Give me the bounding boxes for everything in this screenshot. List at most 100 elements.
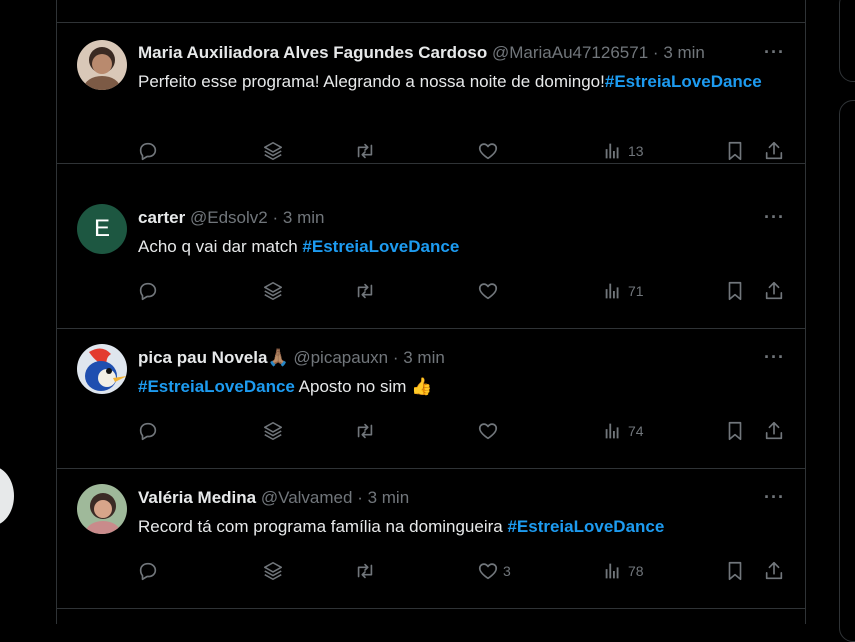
grok-button[interactable]: [262, 140, 284, 162]
layers-icon: [263, 421, 283, 441]
heart-icon: [478, 563, 498, 580]
tweet-text: #EstreiaLoveDance Aposto no sim 👍: [138, 374, 765, 399]
bookmark-icon: [728, 421, 742, 441]
views-button[interactable]: 13: [602, 140, 644, 162]
reply-button[interactable]: [137, 140, 159, 162]
user-handle[interactable]: @MariaAu47126571: [492, 43, 648, 62]
more-options-icon[interactable]: ···: [764, 487, 785, 508]
tweet[interactable]: Maria Auxiliadora Alves Fagundes Cardoso…: [57, 23, 805, 164]
retweet-button[interactable]: [354, 140, 376, 162]
reply-button[interactable]: [137, 420, 159, 442]
more-options-icon[interactable]: ···: [764, 347, 785, 368]
tweet-text: Perfeito esse programa! Alegrando a noss…: [138, 69, 765, 94]
retweet-button[interactable]: [354, 280, 376, 302]
views-button[interactable]: 78: [602, 560, 644, 582]
hashtag-link[interactable]: #EstreiaLoveDance: [138, 377, 295, 396]
views-button[interactable]: 71: [602, 280, 644, 302]
tweet-text: Acho q vai dar match #EstreiaLoveDance: [138, 234, 765, 259]
timestamp[interactable]: 3 min: [283, 208, 325, 227]
grok-button[interactable]: [262, 420, 284, 442]
like-count: 3: [503, 563, 511, 579]
avatar[interactable]: [77, 40, 127, 90]
tweet[interactable]: E carter @Edsolv2 · 3 min ··· Acho q vai…: [57, 188, 805, 329]
separator: ·: [392, 348, 399, 367]
avatar[interactable]: [77, 484, 127, 534]
user-handle[interactable]: @Edsolv2: [190, 208, 268, 227]
user-handle[interactable]: @Valvamed: [261, 488, 353, 507]
hashtag-link[interactable]: #EstreiaLoveDance: [605, 72, 762, 91]
separator: ·: [357, 488, 363, 507]
reply-icon: [139, 142, 157, 161]
separator: ·: [272, 208, 279, 227]
timestamp[interactable]: 3 min: [368, 488, 410, 507]
views-chart-icon: [605, 143, 619, 159]
reply-icon: [139, 282, 157, 301]
user-handle[interactable]: @picapauxn: [293, 348, 388, 367]
retweet-button[interactable]: [354, 420, 376, 442]
bookmark-icon: [728, 281, 742, 301]
grok-button[interactable]: [262, 560, 284, 582]
more-options-icon[interactable]: ···: [764, 207, 785, 228]
bookmark-button[interactable]: [724, 420, 746, 442]
more-options-icon[interactable]: ···: [764, 42, 785, 63]
retweet-icon: [357, 143, 373, 159]
partial-floating-button[interactable]: [0, 466, 14, 526]
view-count: 71: [628, 283, 644, 299]
views-chart-icon: [605, 563, 619, 579]
tweet[interactable]: Valéria Medina @Valvamed · 3 min ··· Rec…: [57, 468, 805, 609]
heart-icon: [478, 423, 498, 440]
view-count: 13: [628, 143, 644, 159]
like-button[interactable]: 3: [477, 560, 511, 582]
timeline: Maria Auxiliadora Alves Fagundes Cardoso…: [56, 0, 806, 624]
reply-button[interactable]: [137, 560, 159, 582]
bookmark-button[interactable]: [724, 280, 746, 302]
reply-icon: [139, 562, 157, 581]
tweet-actions: 13: [57, 140, 805, 164]
display-name[interactable]: Maria Auxiliadora Alves Fagundes Cardoso: [138, 43, 487, 62]
tweet-actions: 74: [57, 420, 805, 444]
hashtag-link[interactable]: #EstreiaLoveDance: [507, 517, 664, 536]
grok-button[interactable]: [262, 280, 284, 302]
woodpecker-avatar-icon: [77, 344, 127, 394]
reply-button[interactable]: [137, 280, 159, 302]
display-name[interactable]: carter: [138, 208, 185, 227]
bookmark-icon: [728, 141, 742, 161]
bookmark-button[interactable]: [724, 140, 746, 162]
tweet-actions: 3 78: [57, 560, 805, 584]
tweet-text-tail: Aposto no sim 👍: [294, 377, 433, 396]
display-name[interactable]: pica pau Novela: [138, 348, 267, 367]
like-button[interactable]: [477, 420, 503, 442]
layers-icon: [263, 141, 283, 161]
right-panel-card: [839, 0, 855, 82]
tweet-header: Maria Auxiliadora Alves Fagundes Cardoso…: [138, 43, 745, 63]
share-button[interactable]: [763, 420, 785, 442]
like-button[interactable]: [477, 140, 503, 162]
avatar[interactable]: E: [77, 204, 127, 254]
retweet-icon: [357, 423, 373, 439]
views-chart-icon: [605, 423, 619, 439]
share-button[interactable]: [763, 560, 785, 582]
right-panel-card: [839, 100, 855, 642]
tweet[interactable]: pica pau Novela🙏🏽 @picapauxn · 3 min ···…: [57, 328, 805, 469]
hashtag-link[interactable]: #EstreiaLoveDance: [302, 237, 459, 256]
tweet-header: pica pau Novela🙏🏽 @picapauxn · 3 min: [138, 348, 745, 368]
bookmark-button[interactable]: [724, 560, 746, 582]
views-chart-icon: [605, 283, 619, 299]
timestamp[interactable]: 3 min: [403, 348, 445, 367]
tweet-text-body: Record tá com programa família na doming…: [138, 517, 508, 536]
timestamp[interactable]: 3 min: [663, 43, 705, 62]
retweet-button[interactable]: [354, 560, 376, 582]
layers-icon: [263, 561, 283, 581]
separator: ·: [652, 43, 659, 62]
avatar-letter: E: [93, 215, 110, 242]
tweet-header: carter @Edsolv2 · 3 min: [138, 208, 745, 228]
avatar[interactable]: [77, 344, 127, 394]
display-name[interactable]: Valéria Medina: [138, 488, 256, 507]
like-button[interactable]: [477, 280, 503, 302]
view-count: 78: [628, 563, 644, 579]
share-button[interactable]: [763, 280, 785, 302]
share-icon: [765, 141, 783, 160]
share-button[interactable]: [763, 140, 785, 162]
tweet-header: Valéria Medina @Valvamed · 3 min: [138, 488, 745, 508]
views-button[interactable]: 74: [602, 420, 644, 442]
